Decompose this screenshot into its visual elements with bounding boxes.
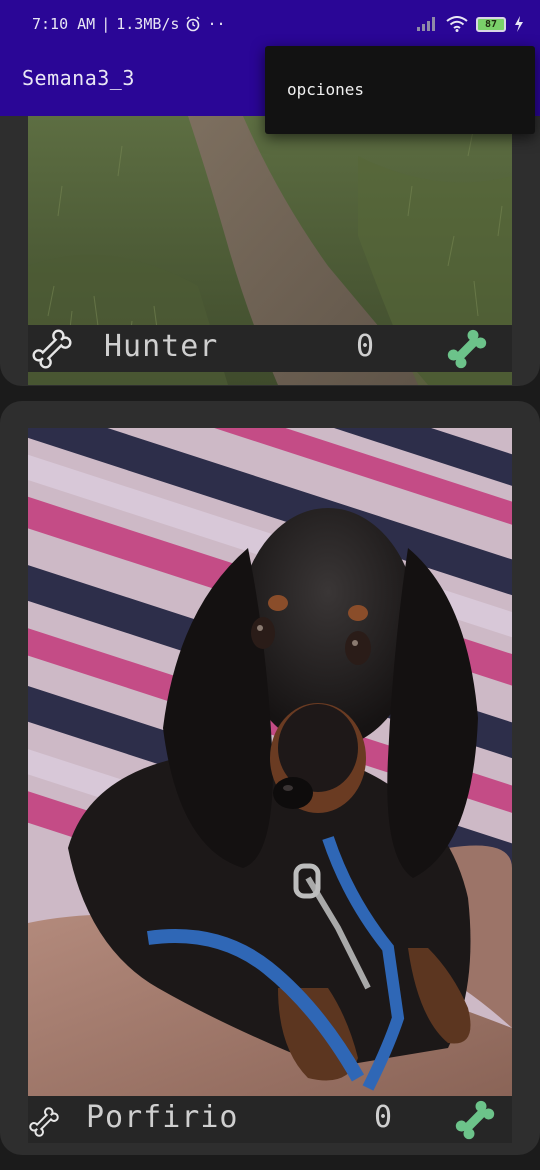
pet-name: Hunter [104,329,219,364]
battery-indicator: 87 [476,16,506,32]
bone-filled-icon[interactable] [450,1096,500,1144]
like-count: 0 [374,1100,393,1135]
status-right: 87 [416,16,524,32]
bone-filled-icon[interactable] [442,325,492,373]
pet-photo [28,428,512,1096]
charging-icon [515,16,523,32]
app-title: Semana3_3 [22,66,135,90]
menu-item-opciones[interactable]: opciones [287,80,364,99]
status-left: 7:10 AM | 1.3MB/s ·· [32,15,226,33]
like-count: 0 [356,329,375,364]
status-speed: 1.3MB/s [116,15,180,33]
pet-card: Porfirio 0 [0,401,540,1155]
pet-name: Porfirio [86,1100,239,1135]
bone-outline-icon[interactable] [26,1104,62,1140]
overflow-menu: opciones [265,46,535,134]
screen: 7:10 AM | 1.3MB/s ·· 87 Semana3_3 opcion… [0,0,540,1170]
status-time: 7:10 AM [32,15,96,33]
pet-photo-image [28,428,512,1096]
status-bar: 7:10 AM | 1.3MB/s ·· 87 [0,0,540,48]
alarm-icon [186,16,200,32]
bone-outline-icon[interactable] [28,325,76,373]
pet-card-footer: Porfirio 0 [28,1096,512,1143]
wifi-icon [446,16,468,32]
more-notifications-icon: ·· [207,15,226,33]
signal-icon [417,17,435,31]
pet-card-footer: Hunter 0 [28,325,512,372]
status-separator: | [101,15,111,33]
